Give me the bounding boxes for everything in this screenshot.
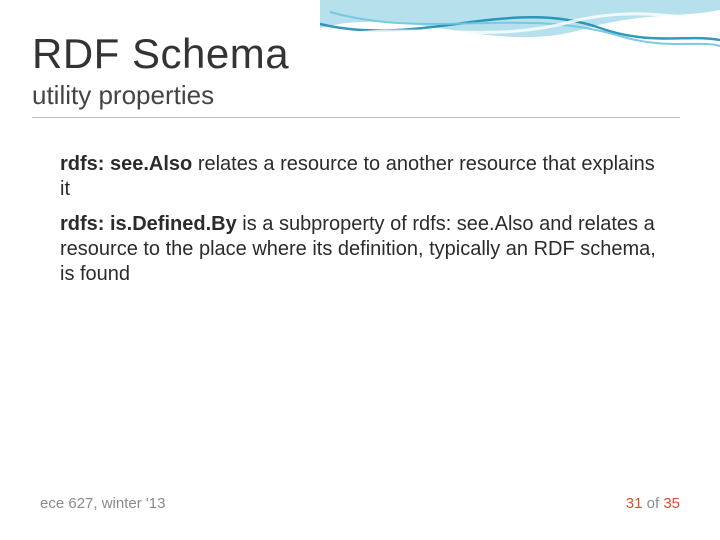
page-title: RDF Schema [32,30,680,78]
paragraph-1: rdfs: see.Also relates a resource to ano… [60,152,660,202]
footer-page: 31 of 35 [626,495,680,512]
paragraph-2: rdfs: is.Defined.By is a subproperty of … [60,212,660,287]
term-is-defined-by: rdfs: is.Defined.By [60,213,237,235]
page-total: 35 [663,495,680,512]
page-current: 31 [626,495,643,512]
page-sep: of [642,495,663,512]
term-see-also: rdfs: see.Also [60,153,192,175]
page-subtitle: utility properties [32,80,680,118]
body-text: rdfs: see.Also relates a resource to ano… [32,152,680,287]
slide-content: RDF Schema utility properties rdfs: see.… [0,0,720,287]
footer-course: ece 627, winter '13 [40,495,165,512]
